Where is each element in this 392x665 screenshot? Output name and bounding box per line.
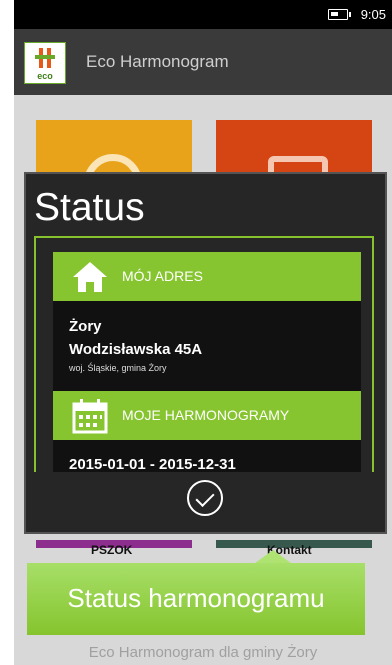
app-logo[interactable]: eco: [24, 42, 66, 84]
status-panel: MÓJ ADRES Żory Wodzisławska 45A woj. Ślą…: [53, 252, 361, 472]
schedule-section-label: MOJE HARMONOGRAMY: [122, 407, 290, 423]
battery-icon: [328, 9, 351, 20]
status-bar: 9:05: [14, 0, 392, 29]
address-details: Żory Wodzisławska 45A woj. Śląskie, gmin…: [53, 301, 361, 391]
schedule-section-header: MOJE HARMONOGRAMY: [53, 391, 361, 440]
app-title: Eco Harmonogram: [86, 52, 229, 71]
footer-text: Eco Harmonogram dla gminy Żory: [88, 644, 318, 661]
dialog-title: Status: [34, 186, 145, 229]
address-section-header: MÓJ ADRES: [53, 252, 361, 301]
logo-text: eco: [37, 71, 53, 81]
house-icon: [73, 262, 107, 292]
checkmark-icon[interactable]: [187, 480, 223, 516]
schedule-details[interactable]: 2015-01-01 - 2015-12-31: [53, 440, 361, 472]
status-dialog: Status MÓJ ADRES Żory Wodzisławska 45A w…: [24, 172, 387, 534]
address-section-label: MÓJ ADRES: [122, 268, 203, 284]
toast-text: Status harmonogramu: [67, 583, 325, 613]
status-toast: Status harmonogramu: [27, 545, 365, 635]
calendar-icon: [72, 399, 108, 434]
address-region: woj. Śląskie, gmina Żory: [69, 363, 167, 373]
address-street: Wodzisławska 45A: [69, 341, 203, 358]
logo-mark: [35, 55, 55, 59]
address-city: Żory: [69, 318, 102, 335]
toast-body: Status harmonogramu: [27, 563, 365, 635]
dialog-frame: MÓJ ADRES Żory Wodzisławska 45A woj. Ślą…: [34, 236, 374, 472]
schedule-date-range: 2015-01-01 - 2015-12-31: [69, 456, 236, 472]
app-header: eco Eco Harmonogram: [14, 29, 392, 95]
status-time: 9:05: [360, 7, 386, 22]
